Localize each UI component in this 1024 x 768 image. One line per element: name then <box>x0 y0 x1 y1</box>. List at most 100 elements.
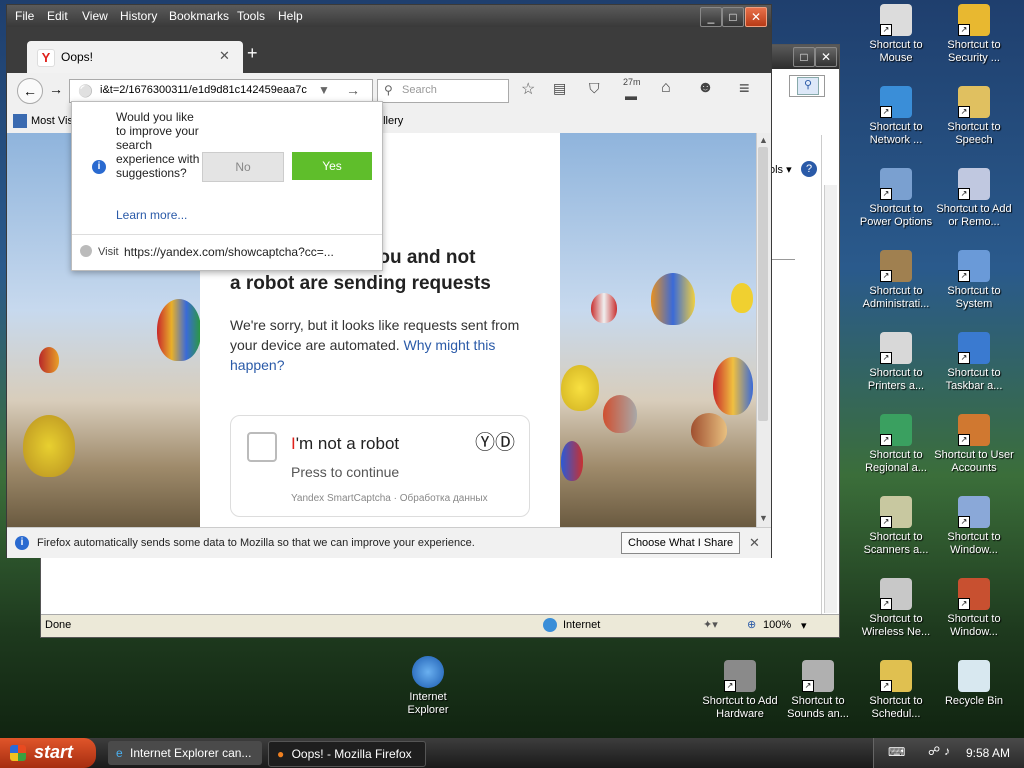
balloon-image <box>731 283 753 313</box>
desktop-icon[interactable]: ↗ Shortcut to Wireless Ne... <box>856 578 936 639</box>
minimize-button[interactable]: _ <box>700 7 722 27</box>
firefox-window[interactable]: File Edit View History Bookmarks Tools H… <box>6 4 772 558</box>
desktop-icon[interactable]: ↗ Shortcut to User Accounts <box>934 414 1014 475</box>
url-text[interactable]: i&t=2/1676300311/e1d9d81c142459eaa7c <box>100 84 310 96</box>
protected-mode-icon[interactable]: ✦▾ <box>703 618 718 631</box>
pocket-icon[interactable]: ⛉ <box>589 80 600 97</box>
chat-icon[interactable]: ☻ <box>697 79 714 97</box>
visit-prefix: Visit <box>98 246 119 258</box>
not-robot-checkbox[interactable] <box>247 432 277 462</box>
desktop-icon[interactable]: ↗ Shortcut to Power Options <box>856 168 936 229</box>
clock[interactable]: 9:58 AM <box>966 746 1010 760</box>
zoom-level[interactable]: 100% <box>763 619 791 631</box>
zoom-dropdown-icon[interactable]: ▾ <box>801 619 807 632</box>
go-arrow-icon[interactable]: → <box>346 82 360 98</box>
menu-view[interactable]: View <box>82 9 108 23</box>
desktop-icon[interactable]: ↗ Shortcut to Window... <box>934 496 1014 557</box>
home-icon[interactable]: ⌂ <box>661 79 671 97</box>
desktop-icon[interactable]: ↗ Shortcut to Taskbar a... <box>934 332 1014 393</box>
cd-icon: ↗ <box>958 168 990 200</box>
desktop-icon-label: Shortcut to System <box>947 285 1001 310</box>
desktop-icon[interactable]: ↗ Shortcut to Scanners a... <box>856 496 936 557</box>
url-dropdown-icon[interactable]: ▼ <box>318 83 330 97</box>
ie-maximize-button[interactable]: □ <box>793 47 815 67</box>
network-icon[interactable]: ☍ <box>928 744 940 758</box>
new-tab-button[interactable]: + <box>247 43 258 64</box>
no-button[interactable]: No <box>202 152 284 182</box>
desktop-icon-label: Shortcut to Power Options <box>859 203 933 228</box>
vertical-scrollbar[interactable]: ▲ ▼ <box>756 133 771 527</box>
desktop-icon-label: Shortcut to Printers a... <box>867 367 925 392</box>
shortcut-arrow-icon: ↗ <box>958 270 970 282</box>
download-badge[interactable]: 27m <box>623 77 641 87</box>
desktop-icon[interactable]: ↗ Shortcut to Add or Remo... <box>934 168 1014 229</box>
ie-close-button[interactable]: ✕ <box>815 47 837 67</box>
choose-what-i-share-button[interactable]: Choose What I Share <box>621 532 741 554</box>
forward-button[interactable]: → <box>49 81 63 97</box>
menu-file[interactable]: File <box>15 9 34 23</box>
taskbar-task-ie[interactable]: e Internet Explorer can... <box>108 741 262 765</box>
taskbar-task-firefox[interactable]: ● Oops! - Mozilla Firefox <box>268 741 426 767</box>
desktop-icon[interactable]: ↗ Shortcut to Printers a... <box>856 332 936 393</box>
start-button[interactable]: start <box>0 738 96 768</box>
scroll-thumb[interactable] <box>758 147 768 421</box>
tab-oops[interactable]: Y Oops! ✕ <box>27 41 243 73</box>
url-bar[interactable]: ⚪ i&t=2/1676300311/e1d9d81c142459eaa7c ▼… <box>69 79 373 103</box>
learn-more-link[interactable]: Learn more... <box>116 208 187 222</box>
desktop-icon[interactable]: ↗ Shortcut to Window... <box>934 578 1014 639</box>
back-button[interactable]: ← <box>17 78 43 104</box>
maximize-button[interactable]: □ <box>722 7 744 27</box>
desktop-icon[interactable]: ↗ Shortcut to Network ... <box>856 86 936 147</box>
captcha-footer[interactable]: Yandex SmartCaptcha · Обработка данных <box>291 493 488 504</box>
scroll-up-icon[interactable]: ▲ <box>759 135 768 145</box>
shortcut-arrow-icon: ↗ <box>958 106 970 118</box>
visit-url[interactable]: https://yandex.com/showcaptcha?cc=... <box>124 245 334 259</box>
desktop-icon[interactable]: ↗ Shortcut to Schedul... <box>856 660 936 721</box>
ie-tools-menu[interactable]: ols ▾ <box>769 163 792 176</box>
bookmark-star-icon[interactable]: ☆ <box>521 79 535 99</box>
firewall-icon: ↗ <box>958 578 990 610</box>
balloon-image <box>157 299 201 361</box>
notification-close-icon[interactable]: ✕ <box>749 535 760 551</box>
desktop-icon[interactable]: ↗ Shortcut to Sounds an... <box>778 660 858 721</box>
desktop-icon[interactable]: ↗ Shortcut to Security ... <box>934 4 1014 65</box>
menu-bookmarks[interactable]: Bookmarks <box>169 9 229 23</box>
desktop-icon-label: Shortcut to Wireless Ne... <box>861 613 931 638</box>
search-icon[interactable]: ⚲ <box>797 77 819 95</box>
tab-close-icon[interactable]: ✕ <box>219 48 230 64</box>
keyboard-icon[interactable]: ⌨ <box>888 745 905 759</box>
recycle-bin-icon <box>958 660 990 692</box>
desktop-icon[interactable]: Recycle Bin <box>934 660 1014 708</box>
desktop-icon[interactable]: ↗ Shortcut to Mouse <box>856 4 936 65</box>
scroll-down-icon[interactable]: ▼ <box>759 513 768 523</box>
downloads-icon[interactable]: ▬ <box>625 89 637 103</box>
yes-button[interactable]: Yes <box>292 152 372 180</box>
search-input[interactable]: ⚲ Search <box>377 79 509 103</box>
desktop-icon[interactable]: ↗ Shortcut to Speech <box>934 86 1014 147</box>
shortcut-arrow-icon: ↗ <box>880 24 892 36</box>
close-button[interactable]: ✕ <box>745 7 767 27</box>
desktop-icon[interactable]: ↗ Shortcut to Add Hardware <box>700 660 780 721</box>
most-visited-link[interactable]: Most Vis <box>31 115 73 127</box>
volume-icon[interactable]: ♪ <box>944 744 950 758</box>
desktop-icon[interactable]: ↗ Shortcut to System <box>934 250 1014 311</box>
menu-tools[interactable]: Tools <box>237 9 265 23</box>
balloon-image <box>591 293 617 323</box>
shortcut-arrow-icon: ↗ <box>958 434 970 446</box>
site-identity-icon[interactable]: ⚪ <box>78 84 93 98</box>
search-placeholder: Search <box>402 84 437 96</box>
menu-help[interactable]: Help <box>278 9 303 23</box>
shortcut-arrow-icon: ↗ <box>958 188 970 200</box>
help-icon[interactable]: ? <box>801 161 817 177</box>
hamburger-menu-icon[interactable]: ≡ <box>739 78 750 99</box>
zoom-icon[interactable]: ⊕ <box>747 618 756 631</box>
shortcut-arrow-icon: ↗ <box>880 516 892 528</box>
bookmarks-list-icon[interactable]: ▤ <box>553 80 566 97</box>
desktop-icon[interactable]: ↗ Shortcut to Administrati... <box>856 250 936 311</box>
desktop-icon-internet-explorer[interactable]: Internet Explorer <box>388 656 468 717</box>
desktop-icon[interactable]: ↗ Shortcut to Regional a... <box>856 414 936 475</box>
ie-scrollbar[interactable] <box>824 185 837 613</box>
captcha-widget[interactable]: I'm not a robot Press to continue ⓎⒹ Yan… <box>230 415 530 517</box>
menu-history[interactable]: History <box>120 9 157 23</box>
menu-edit[interactable]: Edit <box>47 9 68 23</box>
